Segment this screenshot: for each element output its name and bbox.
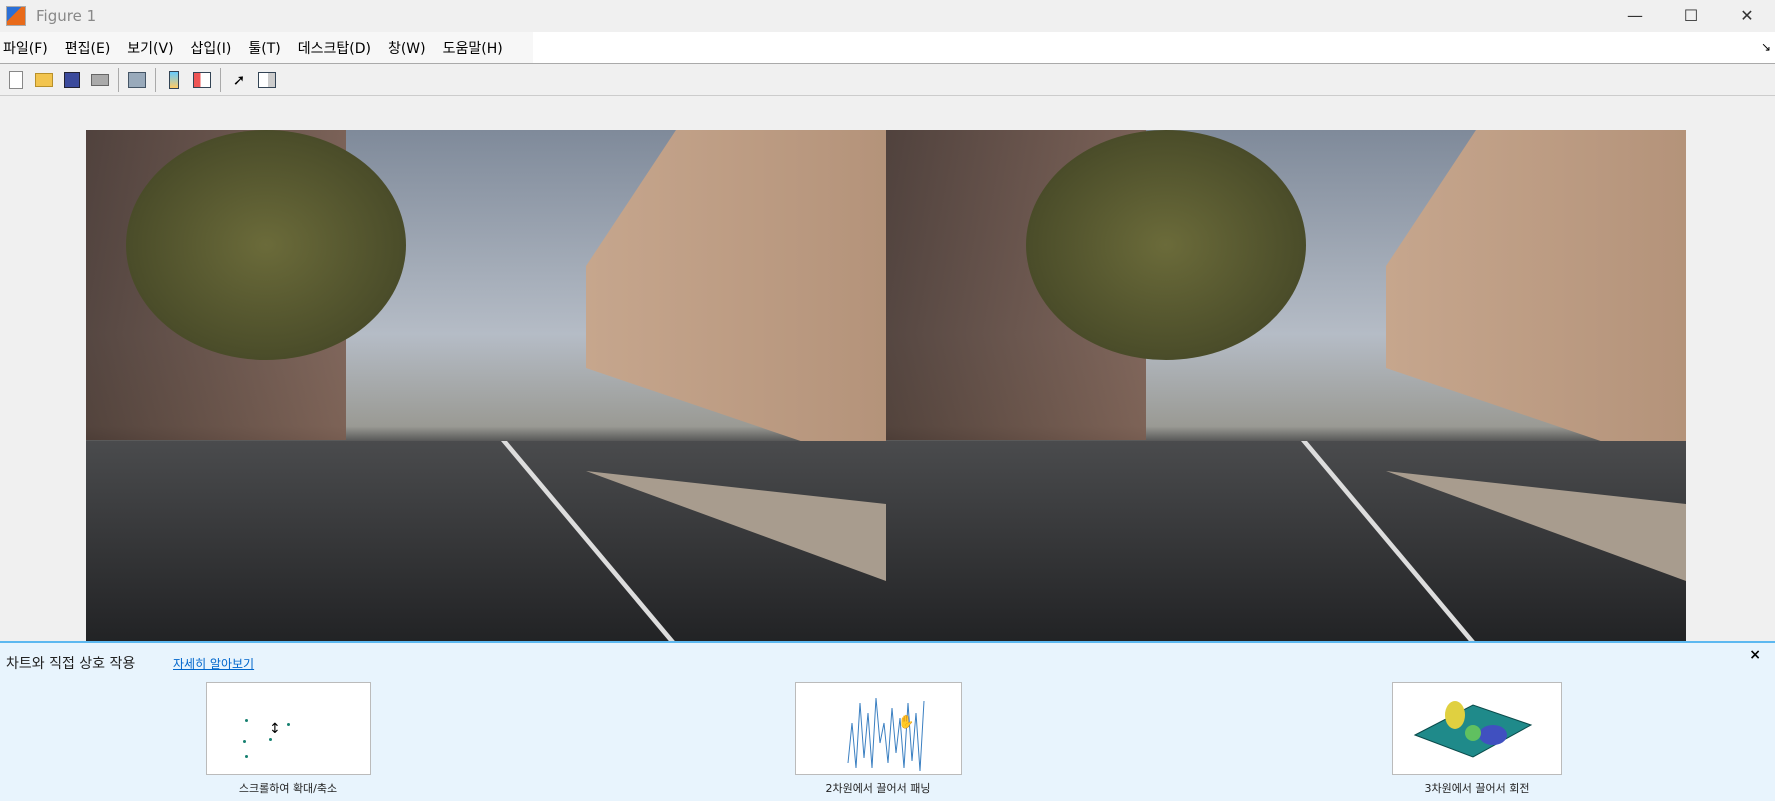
rotate-3d-thumbnail	[1392, 682, 1562, 775]
insert-colorbar-icon[interactable]	[163, 69, 185, 91]
menu-tools[interactable]: 툴(T)	[245, 38, 288, 58]
toolbar-separator	[118, 67, 119, 92]
close-window-button[interactable]: ✕	[1719, 0, 1775, 30]
pan-2d-thumbnail: ✋	[795, 682, 962, 775]
panel-title: 차트와 직접 상호 작용	[6, 656, 136, 672]
toolbar: ➚	[0, 64, 1775, 96]
image-axes[interactable]	[86, 130, 1686, 641]
hand-cursor-icon: ✋	[898, 715, 915, 730]
menu-bar: 파일(F) 편집(E) 보기(V) 삽입(I) 툴(T) 데스크탑(D) 창(W…	[0, 32, 1775, 64]
scroll-zoom-caption: 스크롤하여 확대/축소	[238, 782, 338, 795]
pan-2d-caption: 2차원에서 끌어서 패닝	[825, 782, 931, 795]
resize-cursor-icon: ↕	[269, 721, 281, 737]
menu-desktop[interactable]: 데스크탑(D)	[295, 38, 379, 58]
menu-view[interactable]: 보기(V)	[124, 38, 181, 58]
print-icon[interactable]	[89, 69, 111, 91]
new-figure-icon[interactable]	[5, 69, 27, 91]
edit-plot-arrow-icon[interactable]: ➚	[228, 69, 250, 91]
link-plot-icon[interactable]	[126, 69, 148, 91]
menu-insert[interactable]: 삽입(I)	[188, 38, 240, 58]
stereo-image-left	[86, 130, 886, 641]
close-panel-button[interactable]: ×	[1749, 647, 1761, 663]
dock-figure-icon[interactable]: ↘	[1761, 40, 1771, 54]
menu-window[interactable]: 창(W)	[385, 38, 434, 58]
maximize-button[interactable]: ☐	[1663, 0, 1719, 30]
toolbar-separator	[220, 67, 221, 92]
open-file-icon[interactable]	[33, 69, 55, 91]
save-icon[interactable]	[61, 69, 83, 91]
window-title: Figure 1	[36, 7, 97, 25]
title-bar: Figure 1 — ☐ ✕	[0, 0, 1775, 32]
menu-help[interactable]: 도움말(H)	[440, 38, 511, 58]
scroll-zoom-thumbnail: ↕	[206, 682, 371, 775]
minimize-button[interactable]: —	[1607, 0, 1663, 30]
insert-legend-icon[interactable]	[191, 69, 213, 91]
menu-file[interactable]: 파일(F)	[0, 38, 56, 58]
learn-more-link[interactable]: 자세히 알아보기	[173, 655, 254, 672]
stereo-image-right	[886, 130, 1686, 641]
toolbar-separator	[155, 67, 156, 92]
rotate-3d-caption: 3차원에서 끌어서 회전	[1424, 782, 1530, 795]
interaction-tips-panel: 차트와 직접 상호 작용 자세히 알아보기 × ↕ 스크롤하여 확대/축소 ✋ …	[0, 641, 1775, 801]
menu-edit[interactable]: 편집(E)	[62, 38, 119, 58]
matlab-logo-icon	[6, 6, 26, 26]
property-inspector-icon[interactable]	[256, 69, 278, 91]
